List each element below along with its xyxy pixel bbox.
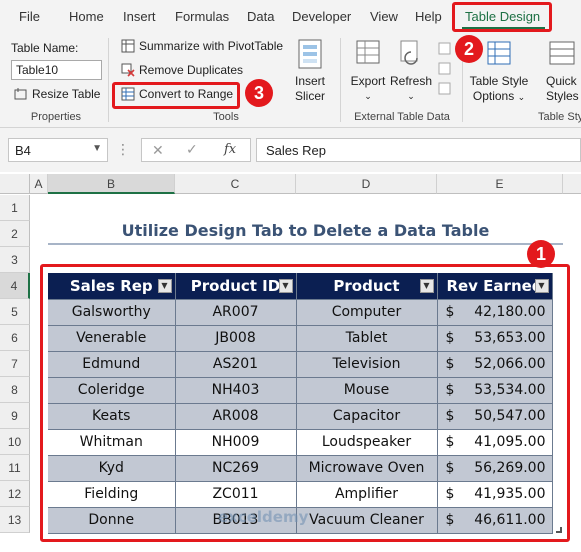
tab-developer[interactable]: Developer xyxy=(292,9,351,24)
row-header[interactable]: 12 xyxy=(0,481,30,507)
row-header[interactable]: 4 xyxy=(0,273,30,299)
tab-file[interactable]: File xyxy=(19,9,40,24)
quick-styles-line1: Quick xyxy=(546,74,577,88)
export-icon xyxy=(356,40,380,64)
row-header[interactable]: 8 xyxy=(0,377,30,403)
group-separator xyxy=(340,38,341,122)
column-header[interactable]: C xyxy=(175,174,296,194)
remove-duplicates-label: Remove Duplicates xyxy=(139,63,244,77)
formula-buttons: ✕ ✓ fx xyxy=(141,138,251,162)
table-style-options-line2: Options xyxy=(472,89,515,103)
cancel-icon[interactable]: ✕ xyxy=(152,142,164,159)
tab-data[interactable]: Data xyxy=(247,9,274,24)
quick-styles-icon xyxy=(549,41,575,65)
chevron-down-icon: ⌄ xyxy=(407,91,415,101)
table-style-options-icon xyxy=(487,41,511,65)
style-group-label: Table Sty xyxy=(538,111,581,123)
name-box-value: B4 xyxy=(15,143,31,158)
tab-home[interactable]: Home xyxy=(69,9,104,24)
chevron-down-icon: ▼ xyxy=(92,143,102,154)
external-group-label: External Table Data xyxy=(354,111,450,123)
refresh-label: Refresh xyxy=(390,74,433,88)
quick-styles-button[interactable]: Quick Styles xyxy=(546,38,581,104)
tab-formulas[interactable]: Formulas xyxy=(175,9,229,24)
step-badge-2: 2 xyxy=(455,35,483,63)
remove-duplicates-icon xyxy=(121,63,135,77)
vertical-dots-icon: ⋮ xyxy=(116,141,130,157)
resize-table-button[interactable]: Resize Table xyxy=(14,87,100,101)
remove-duplicates-button[interactable]: Remove Duplicates xyxy=(121,63,243,77)
refresh-button[interactable]: Refresh ⌄ xyxy=(390,38,432,104)
formula-bar: B4 ▼ ⋮ ✕ ✓ fx Sales Rep xyxy=(0,128,581,172)
export-button[interactable]: Export ⌄ xyxy=(348,38,388,104)
highlight-data-table xyxy=(40,264,570,542)
chevron-down-icon: ⌄ xyxy=(517,92,526,102)
tab-help[interactable]: Help xyxy=(415,9,442,24)
row-header[interactable]: 5 xyxy=(0,299,30,325)
row-header[interactable]: 3 xyxy=(0,247,30,273)
slicer-icon xyxy=(298,39,322,69)
refresh-icon xyxy=(400,40,418,65)
highlight-table-design-tab xyxy=(452,2,552,32)
select-all-corner[interactable] xyxy=(0,174,30,194)
row-header[interactable]: 7 xyxy=(0,351,30,377)
formula-input[interactable]: Sales Rep xyxy=(256,138,581,162)
group-separator xyxy=(108,38,109,122)
table-name-input[interactable]: Table10 xyxy=(11,60,102,80)
step-badge-3: 3 xyxy=(245,79,273,107)
quick-styles-line2: Styles xyxy=(546,89,579,103)
sheet-title[interactable]: Utilize Design Tab to Delete a Data Tabl… xyxy=(48,217,563,245)
summarize-pivottable-label: Summarize with PivotTable xyxy=(139,39,284,53)
row-header[interactable]: 6 xyxy=(0,325,30,351)
row-header[interactable]: 9 xyxy=(0,403,30,429)
tools-group-label: Tools xyxy=(213,111,239,123)
column-header[interactable] xyxy=(563,174,581,194)
insert-function-icon[interactable]: fx xyxy=(224,142,236,157)
summarize-pivottable-button[interactable]: Summarize with PivotTable xyxy=(121,39,283,53)
enter-check-icon[interactable]: ✓ xyxy=(186,141,198,158)
insert-slicer-line2: Slicer xyxy=(294,89,325,103)
insert-slicer-button[interactable]: Insert Slicer xyxy=(292,38,328,104)
insert-slicer-line1: Insert xyxy=(294,74,325,88)
row-header[interactable]: 1 xyxy=(0,195,30,221)
resize-table-label: Resize Table xyxy=(32,87,101,101)
name-box[interactable]: B4 ▼ xyxy=(8,138,108,162)
ribbon: Table Name: Table10 Resize Table Propert… xyxy=(0,32,581,128)
column-header[interactable]: B xyxy=(48,174,175,194)
table-name-label: Table Name: xyxy=(11,41,79,55)
export-label: Export xyxy=(350,74,386,88)
column-header[interactable]: D xyxy=(296,174,437,194)
column-header[interactable]: A xyxy=(30,174,48,194)
highlight-convert-to-range xyxy=(112,82,240,109)
row-header[interactable]: 2 xyxy=(0,221,30,247)
step-badge-1: 1 xyxy=(527,240,555,268)
tab-insert[interactable]: Insert xyxy=(123,9,156,24)
external-small-commands xyxy=(437,41,453,101)
row-header[interactable]: 11 xyxy=(0,455,30,481)
row-header[interactable]: 10 xyxy=(0,429,30,455)
row-header[interactable]: 13 xyxy=(0,507,30,533)
properties-group-label: Properties xyxy=(30,111,82,123)
table-style-options-line1: Table Style xyxy=(469,74,529,88)
column-header[interactable]: E xyxy=(437,174,563,194)
resize-table-icon xyxy=(14,87,28,101)
pivottable-icon xyxy=(121,39,135,53)
tab-view[interactable]: View xyxy=(370,9,398,24)
chevron-down-icon: ⌄ xyxy=(364,91,372,101)
